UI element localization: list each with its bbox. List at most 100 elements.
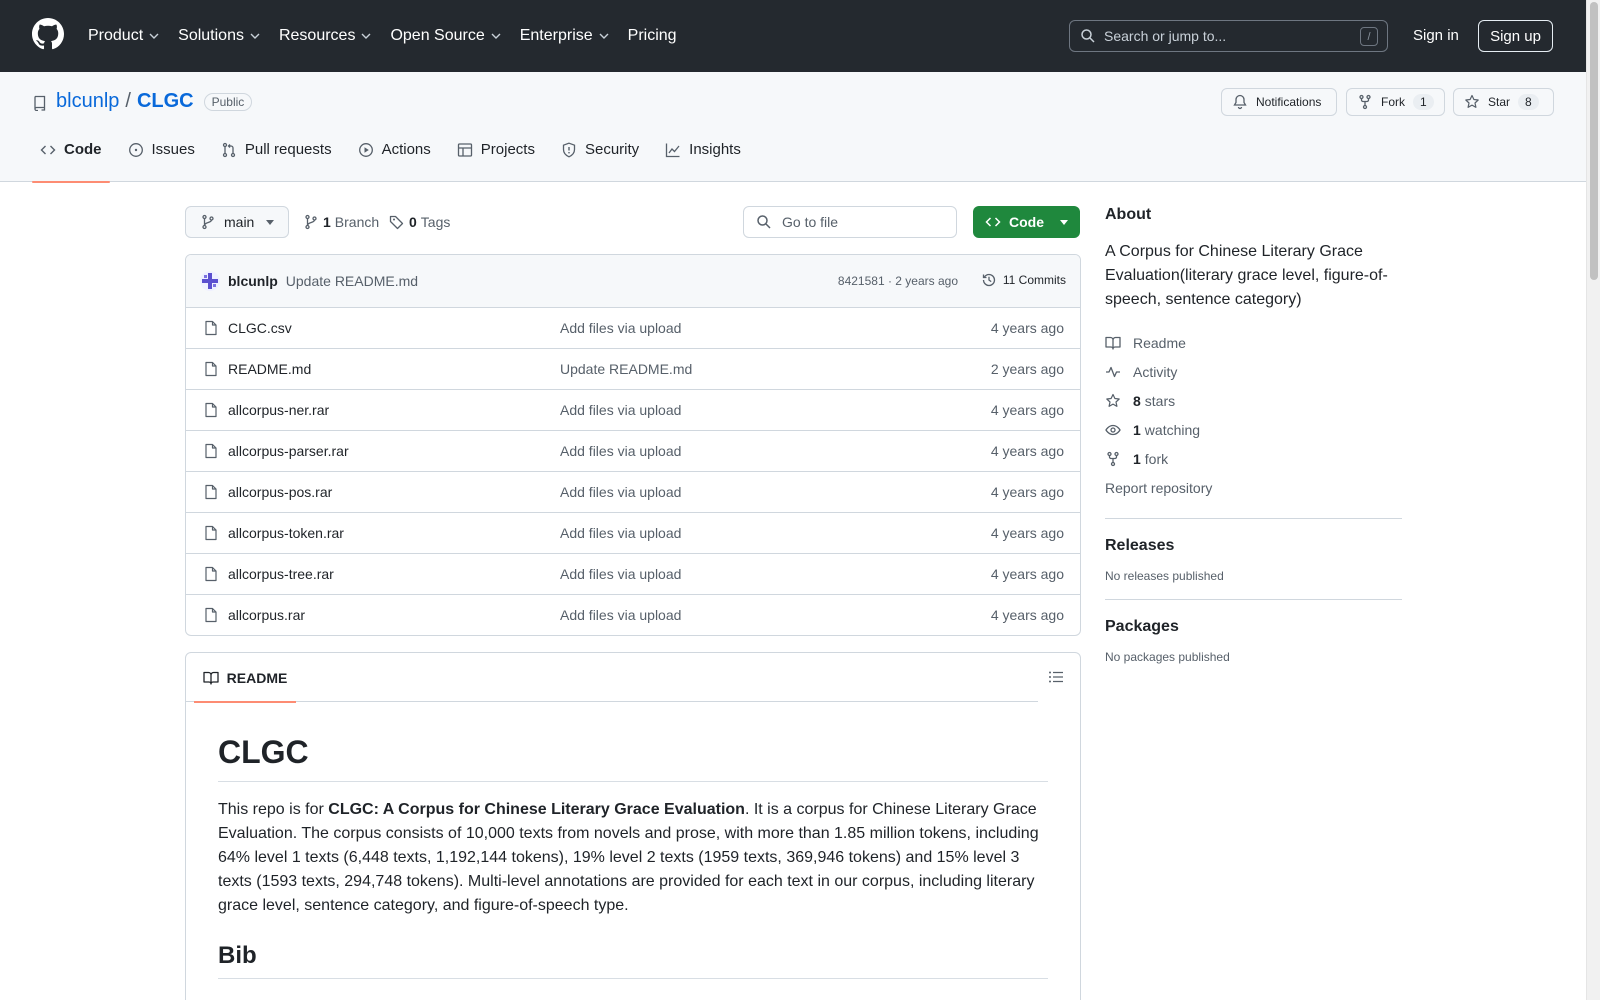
stars-link[interactable]: 8 stars	[1105, 386, 1402, 415]
releases-heading[interactable]: Releases	[1105, 537, 1402, 555]
commit-author[interactable]: blcunlp	[228, 273, 278, 289]
repo-owner-link[interactable]: blcunlp	[56, 90, 119, 113]
repo-title: blcunlp / CLGC Public	[56, 90, 253, 113]
search-input[interactable]: Search or jump to... /	[1069, 20, 1388, 52]
repo-name-link[interactable]: CLGC	[137, 90, 194, 113]
star-count: 8	[1518, 94, 1539, 110]
github-logo-icon[interactable]	[32, 18, 64, 50]
file-name[interactable]: README.md	[228, 361, 311, 377]
eye-icon	[1105, 424, 1121, 435]
file-commit-message[interactable]: Add files via upload	[560, 484, 681, 500]
scrollbar-thumb[interactable]	[1590, 2, 1598, 280]
repo-header: blcunlp / CLGC Public Notifications Fork…	[0, 72, 1586, 183]
file-row[interactable]: CLGC.csv Add files via upload 4 years ag…	[186, 308, 1080, 349]
about-description: A Corpus for Chinese Literary Grace Eval…	[1105, 243, 1388, 308]
repo-icon	[34, 95, 46, 111]
tab-insights[interactable]: Insights	[657, 141, 749, 182]
file-commit-message[interactable]: Add files via upload	[560, 443, 681, 459]
go-to-file-input[interactable]: Go to file	[743, 206, 957, 238]
file-name[interactable]: allcorpus-token.rar	[228, 525, 344, 541]
tab-code[interactable]: Code	[32, 141, 110, 183]
file-icon	[205, 525, 217, 541]
file-commit-message[interactable]: Add files via upload	[560, 402, 681, 418]
code-icon	[985, 217, 1001, 227]
repo-sidebar: About A Corpus for Chinese Literary Grac…	[1105, 206, 1402, 664]
sign-up-button[interactable]: Sign up	[1478, 20, 1553, 52]
file-commit-message[interactable]: Add files via upload	[560, 566, 681, 582]
file-row[interactable]: allcorpus-tree.rar Add files via upload …	[186, 554, 1080, 595]
caret-down-icon	[266, 219, 275, 225]
file-commit-message[interactable]: Add files via upload	[560, 320, 681, 336]
sign-in-link[interactable]: Sign in	[1413, 27, 1459, 44]
readme-tab[interactable]: README	[194, 653, 296, 703]
avatar[interactable]	[200, 271, 220, 291]
forks-link[interactable]: 1 fork	[1105, 444, 1402, 473]
file-row[interactable]: allcorpus-token.rar Add files via upload…	[186, 513, 1080, 554]
file-row[interactable]: allcorpus.rar Add files via upload 4 yea…	[186, 595, 1080, 635]
readme-heading-bib: Bib	[218, 942, 1048, 979]
packages-heading[interactable]: Packages	[1105, 618, 1402, 636]
commits-history-link[interactable]: 11 Commits	[981, 272, 1066, 288]
tab-projects[interactable]: Projects	[449, 141, 543, 182]
vertical-scrollbar[interactable]	[1586, 0, 1600, 1000]
tags-link[interactable]: 0 Tags	[389, 214, 450, 230]
star-button[interactable]: Star 8	[1453, 88, 1554, 116]
readme-bold-text: CLGC: A Corpus for Chinese Literary Grac…	[328, 801, 745, 818]
file-age: 4 years ago	[990, 607, 1064, 623]
nav-product[interactable]: Product	[88, 27, 160, 45]
fork-button[interactable]: Fork 1	[1346, 88, 1445, 116]
tab-actions[interactable]: Actions	[350, 141, 439, 182]
nav-solutions[interactable]: Solutions	[178, 27, 261, 45]
readme-panel: README CLGC This repo is for CLGC: A Cor…	[185, 652, 1081, 1000]
file-row[interactable]: allcorpus-pos.rar Add files via upload 4…	[186, 472, 1080, 513]
watchers-link[interactable]: 1 watching	[1105, 415, 1402, 444]
report-repository-link[interactable]: Report repository	[1105, 473, 1402, 502]
branches-link[interactable]: 1 Branch	[303, 214, 379, 230]
nav-open-source[interactable]: Open Source	[390, 27, 501, 45]
tab-security[interactable]: Security	[553, 141, 647, 182]
visibility-badge: Public	[203, 92, 253, 111]
file-row[interactable]: allcorpus-parser.rar Add files via uploa…	[186, 431, 1080, 472]
commit-hash-and-time[interactable]: 8421581 · 2 years ago	[838, 274, 958, 288]
file-browser: blcunlp Update README.md 8421581 · 2 yea…	[185, 254, 1081, 636]
nav-resources[interactable]: Resources	[279, 27, 372, 45]
branch-count: 1	[323, 214, 331, 230]
code-dropdown-button[interactable]: Code	[973, 206, 1080, 238]
file-name[interactable]: allcorpus-tree.rar	[228, 566, 334, 582]
readme-link[interactable]: Readme	[1105, 328, 1402, 357]
commit-message[interactable]: Update README.md	[286, 273, 418, 289]
top-nav: Product Solutions Resources Open Source …	[88, 0, 695, 72]
readme-title: CLGC	[218, 734, 1048, 782]
file-row[interactable]: README.md Update README.md 2 years ago	[186, 349, 1080, 390]
readme-content: CLGC This repo is for CLGC: A Corpus for…	[186, 734, 1080, 979]
fork-icon	[1359, 94, 1371, 110]
nav-pricing[interactable]: Pricing	[628, 27, 677, 45]
book-icon	[1105, 336, 1121, 350]
file-name[interactable]: CLGC.csv	[228, 320, 292, 336]
tab-issues[interactable]: Issues	[120, 141, 203, 182]
issue-opened-icon	[128, 143, 143, 157]
file-commit-message[interactable]: Add files via upload	[560, 525, 681, 541]
go-to-file-placeholder: Go to file	[782, 214, 839, 230]
file-commit-message[interactable]: Update README.md	[560, 361, 692, 377]
branch-selector[interactable]: main	[185, 206, 289, 238]
list-unordered-icon[interactable]	[1048, 669, 1064, 685]
file-age: 4 years ago	[990, 402, 1064, 418]
latest-commit-bar: blcunlp Update README.md 8421581 · 2 yea…	[186, 255, 1080, 308]
packages-empty-text: No packages published	[1105, 650, 1230, 664]
notifications-button[interactable]: Notifications	[1221, 88, 1337, 116]
file-name[interactable]: allcorpus-pos.rar	[228, 484, 332, 500]
nav-enterprise[interactable]: Enterprise	[520, 27, 610, 45]
bell-icon	[1233, 94, 1247, 110]
file-name[interactable]: allcorpus-parser.rar	[228, 443, 349, 459]
file-name[interactable]: allcorpus.rar	[228, 607, 305, 623]
chevron-down-icon	[361, 33, 371, 39]
file-age: 4 years ago	[990, 443, 1064, 459]
tab-pull-requests[interactable]: Pull requests	[213, 141, 340, 182]
activity-link[interactable]: Activity	[1105, 357, 1402, 386]
chevron-down-icon	[599, 33, 609, 39]
file-name[interactable]: allcorpus-ner.rar	[228, 402, 329, 418]
file-row[interactable]: allcorpus-ner.rar Add files via upload 4…	[186, 390, 1080, 431]
file-commit-message[interactable]: Add files via upload	[560, 607, 681, 623]
file-icon	[205, 361, 217, 377]
